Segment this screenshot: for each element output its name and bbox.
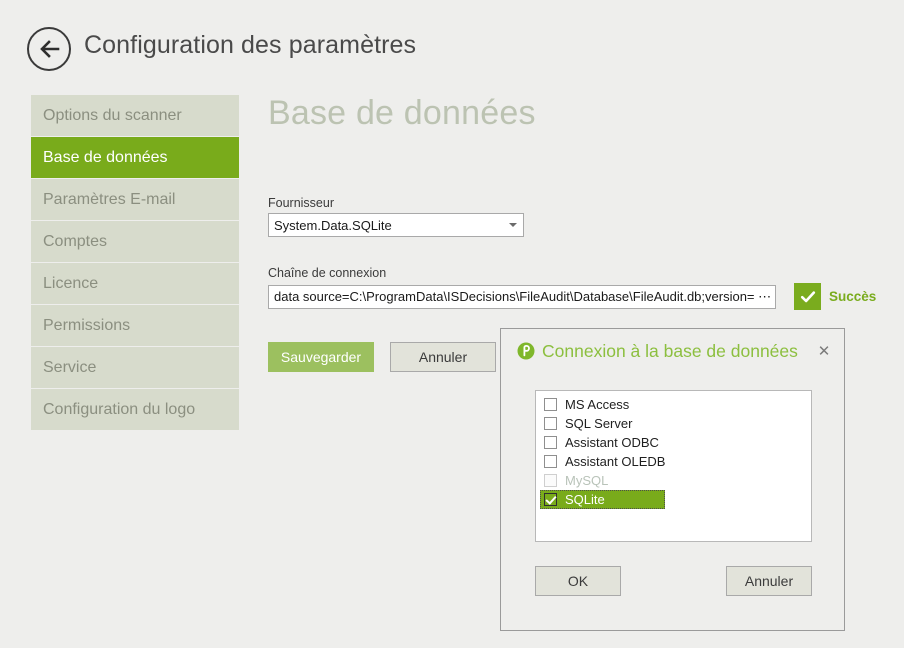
connection-string-label: Chaîne de connexion <box>268 266 888 280</box>
page-title: Configuration des paramètres <box>84 31 416 60</box>
arrow-left-circle-icon <box>29 38 69 60</box>
sidebar-item-service[interactable]: Service <box>31 347 239 388</box>
provider-circle-icon <box>517 342 535 360</box>
dialog-title: Connexion à la base de données <box>542 341 798 362</box>
sidebar-item-label: Service <box>43 359 96 377</box>
dialog-ok-label: OK <box>568 573 588 589</box>
connection-string-value: data source=C:\ProgramData\ISDecisions\F… <box>269 289 775 305</box>
dialog-titlebar: Connexion à la base de données ✕ <box>501 329 844 373</box>
section-title: Base de données <box>268 92 888 134</box>
save-button-label: Sauvegarder <box>281 349 361 365</box>
checkbox-icon[interactable] <box>544 417 557 430</box>
dialog-cancel-label: Annuler <box>745 573 793 589</box>
save-button[interactable]: Sauvegarder <box>268 342 374 372</box>
connection-string-field-group: Chaîne de connexion data source=C:\Progr… <box>268 266 888 310</box>
sidebar-item-base-de-donnees[interactable]: Base de données <box>31 137 239 178</box>
list-item[interactable]: SQLite <box>540 490 665 509</box>
provider-select[interactable]: System.Data.SQLite <box>268 213 524 237</box>
list-item-label: Assistant OLEDB <box>565 454 665 469</box>
provider-field-group: Fournisseur System.Data.SQLite <box>268 196 888 237</box>
list-item-label: SQLite <box>565 492 605 507</box>
close-icon[interactable]: ✕ <box>814 341 834 361</box>
provider-label: Fournisseur <box>268 196 888 210</box>
sidebar-item-label: Licence <box>43 275 98 293</box>
sidebar-item-label: Options du scanner <box>43 107 182 125</box>
sidebar-item-label: Configuration du logo <box>43 401 195 419</box>
checkbox-icon[interactable] <box>544 455 557 468</box>
list-item-label: SQL Server <box>565 416 632 431</box>
sidebar-item-parametres-e-mail[interactable]: Paramètres E-mail <box>31 179 239 220</box>
status-label: Succès <box>829 289 876 304</box>
sidebar-item-options-du-scanner[interactable]: Options du scanner <box>31 95 239 136</box>
sidebar-nav: Options du scanner Base de données Param… <box>31 95 239 431</box>
sidebar-item-label: Paramètres E-mail <box>43 191 175 209</box>
list-item-label: MySQL <box>565 473 608 488</box>
checkbox-icon[interactable] <box>544 436 557 449</box>
checkbox-icon[interactable] <box>544 398 557 411</box>
sidebar-item-label: Comptes <box>43 233 107 251</box>
database-provider-list[interactable]: MS Access SQL Server Assistant ODBC Assi… <box>535 390 812 542</box>
sidebar-item-licence[interactable]: Licence <box>31 263 239 304</box>
sidebar-item-comptes[interactable]: Comptes <box>31 221 239 262</box>
dialog-actions: OK Annuler <box>535 566 812 596</box>
list-item[interactable]: MS Access <box>540 395 665 414</box>
list-item-label: MS Access <box>565 397 629 412</box>
list-item[interactable]: Assistant ODBC <box>540 433 665 452</box>
app-header: Configuration des paramètres <box>0 0 904 88</box>
connection-string-input[interactable]: data source=C:\ProgramData\ISDecisions\F… <box>268 285 776 309</box>
list-item[interactable]: Assistant OLEDB <box>540 452 665 471</box>
sidebar-item-label: Permissions <box>43 317 130 335</box>
sidebar-item-permissions[interactable]: Permissions <box>31 305 239 346</box>
sidebar-item-label: Base de données <box>43 149 168 167</box>
check-icon <box>794 283 821 310</box>
checkbox-icon <box>544 474 557 487</box>
dialog-cancel-button[interactable]: Annuler <box>726 566 812 596</box>
list-item: MySQL <box>540 471 665 490</box>
list-item[interactable]: SQL Server <box>540 414 665 433</box>
back-button[interactable] <box>27 27 71 71</box>
database-connection-dialog: Connexion à la base de données ✕ MS Acce… <box>500 328 845 631</box>
status-badge: Succès <box>794 283 876 310</box>
cancel-button[interactable]: Annuler <box>390 342 496 372</box>
sidebar-item-configuration-du-logo[interactable]: Configuration du logo <box>31 389 239 430</box>
list-item-label: Assistant ODBC <box>565 435 659 450</box>
provider-selected-value: System.Data.SQLite <box>269 218 503 233</box>
dialog-ok-button[interactable]: OK <box>535 566 621 596</box>
checkbox-checked-icon[interactable] <box>544 493 557 506</box>
cancel-button-label: Annuler <box>419 349 467 365</box>
chevron-down-icon[interactable] <box>503 214 523 236</box>
